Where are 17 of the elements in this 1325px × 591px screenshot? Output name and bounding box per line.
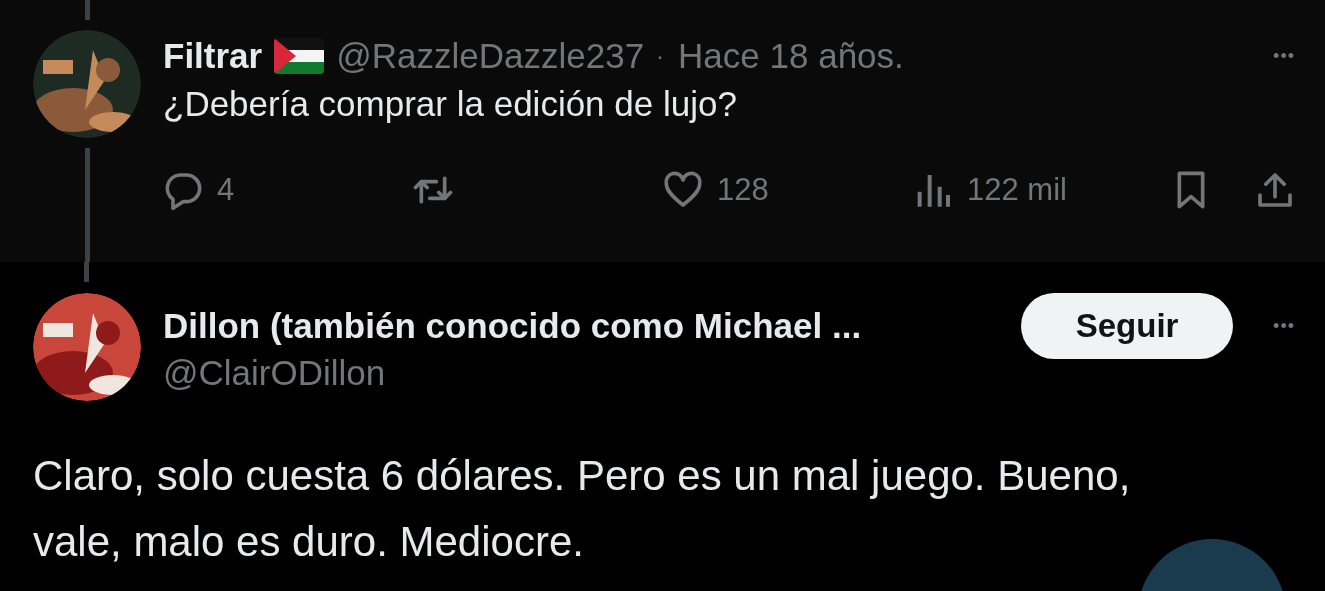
user-name[interactable]: Filtrar (163, 36, 263, 76)
views-button[interactable]: 122 mil (913, 170, 1163, 210)
user-name[interactable]: Dillon (también conocido como Michael ... (163, 306, 862, 346)
heart-icon (663, 170, 703, 210)
timestamp[interactable]: Hace 18 años. (678, 36, 904, 76)
user-handle[interactable]: @RazzleDazzle237 (336, 36, 645, 76)
speech-bubble-icon (163, 170, 203, 210)
more-button[interactable]: ••• (1273, 45, 1295, 67)
separator: · (656, 42, 665, 70)
tweet-text: Claro, solo cuesta 6 dólares. Pero es un mal juego. Bueno, vale, malo es duro. Mediocre. (33, 451, 1132, 567)
more-button[interactable]: ••• (1273, 315, 1295, 337)
share-icon[interactable] (1255, 170, 1295, 210)
tweet-text: ¿Debería comprar la edición de lujo? (163, 83, 738, 125)
follow-button[interactable]: Seguir (1021, 293, 1234, 359)
reply-button[interactable]: 4 (163, 170, 413, 210)
like-button[interactable]: 128 (663, 170, 913, 210)
flag-icon (274, 38, 325, 74)
